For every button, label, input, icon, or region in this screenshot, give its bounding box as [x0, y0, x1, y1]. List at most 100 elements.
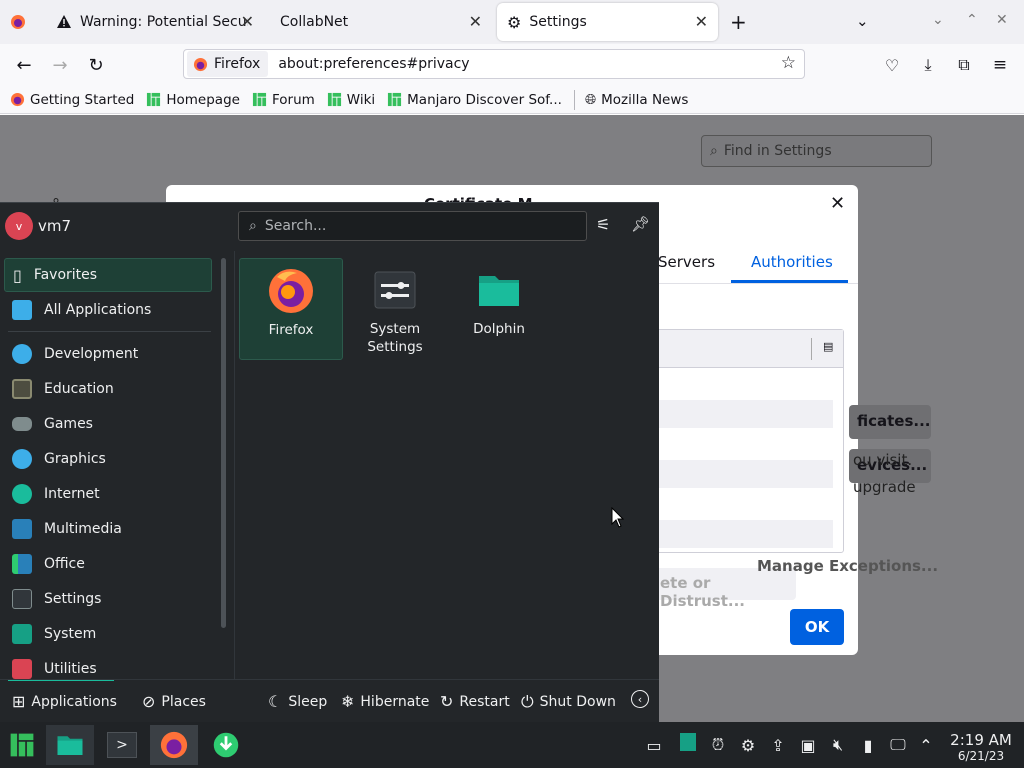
kdeconnect-icon[interactable]: ▣	[798, 735, 818, 755]
footer-label: Hibernate	[360, 693, 430, 710]
bookmark-wiki[interactable]: Wiki	[327, 92, 375, 108]
bookmark-label: Mozilla News	[601, 91, 689, 108]
sleep-icon: ☾	[268, 692, 283, 711]
hibernate-icon: ❄	[341, 692, 355, 711]
sleep-button[interactable]: ☾ Sleep	[268, 692, 327, 711]
bookmark-manjaro-discover[interactable]: Manjaro Discover Sof...	[387, 92, 562, 108]
sidebar-scrollbar[interactable]	[221, 258, 226, 628]
show-desktop-icon[interactable]: ▭	[644, 735, 664, 755]
app-system-settings[interactable]: System Settings	[343, 258, 447, 360]
applications-tab[interactable]: ⊞ Applications	[12, 692, 117, 711]
taskbar-firefox[interactable]	[150, 725, 198, 765]
clock[interactable]: 2:19 AM 6/21/23	[944, 731, 1018, 763]
audio-muted-icon[interactable]: 🔇︎	[828, 735, 848, 755]
app-label: System Settings	[367, 321, 423, 355]
configure-icon[interactable]: ⚟	[596, 215, 610, 234]
firefox-icon	[269, 269, 313, 313]
tree-row[interactable]	[647, 400, 833, 428]
sidebar-item-label: Utilities	[44, 661, 97, 677]
find-in-settings-input[interactable]: ⌕ Find in Settings	[701, 135, 932, 167]
tab-collabnet[interactable]: CollabNet ✕	[270, 0, 492, 44]
bookmark-forum[interactable]: Forum	[252, 92, 315, 108]
search-input[interactable]: ⌕ Search...	[238, 211, 587, 241]
close-tab-icon[interactable]: ✕	[241, 12, 254, 31]
tab-strip: Warning: Potential Security Risk Ahead ✕…	[0, 0, 1024, 44]
tab-servers[interactable]: Servers	[658, 253, 715, 271]
extensions-icon[interactable]: ⧉	[949, 50, 979, 80]
panel-divider	[234, 251, 235, 679]
sidebar-item-education[interactable]: Education	[4, 372, 212, 406]
reload-icon[interactable]: ↻	[81, 50, 111, 80]
certificate-tree[interactable]: ▤	[646, 329, 844, 553]
app-dolphin[interactable]: Dolphin	[447, 258, 551, 360]
close-window-icon[interactable]: ✕	[996, 12, 1008, 28]
close-tab-icon[interactable]: ✕	[469, 12, 482, 31]
chevron-up-icon[interactable]: ⌃	[916, 735, 936, 755]
app-firefox[interactable]: Firefox	[239, 258, 343, 360]
sidebar-item-graphics[interactable]: Graphics	[4, 442, 212, 476]
tab-settings[interactable]: ⚙ Settings ✕	[497, 3, 718, 41]
sidebar-item-internet[interactable]: Internet	[4, 477, 212, 511]
launcher-button[interactable]	[0, 725, 44, 765]
chevron-left-icon[interactable]: ‹	[631, 690, 649, 708]
sidebar-item-favorites[interactable]: ▯ Favorites	[4, 258, 212, 292]
places-tab[interactable]: ⊘ Places	[142, 692, 206, 711]
manjaro-icon	[327, 92, 341, 107]
taskbar-dolphin[interactable]	[46, 725, 94, 765]
sidebar-item-label: Settings	[44, 591, 102, 607]
taskbar-konsole[interactable]: >	[98, 725, 146, 765]
network-icon[interactable]: ⚙	[738, 735, 758, 755]
education-icon	[12, 379, 32, 399]
bookmark-mozilla-news[interactable]: 🌐︎ Mozilla News	[585, 92, 689, 108]
bookmark-getting-started[interactable]: Getting Started	[10, 92, 134, 108]
sidebar-item-games[interactable]: Games	[4, 407, 212, 441]
star-icon[interactable]: ☆	[781, 53, 796, 73]
bookmark-homepage[interactable]: Homepage	[146, 92, 240, 108]
close-icon[interactable]: ✕	[830, 193, 845, 214]
tab-firefox-view[interactable]	[0, 0, 42, 44]
taskbar-installer[interactable]	[202, 725, 250, 765]
clipboard-icon[interactable]	[678, 732, 698, 752]
globe-icon: 🌐︎	[584, 91, 597, 108]
device-icon[interactable]: ▮	[858, 735, 878, 755]
sidebar-item-multimedia[interactable]: Multimedia	[4, 512, 212, 546]
menu-icon[interactable]: ≡	[985, 50, 1015, 80]
maximize-icon[interactable]: ⌃	[966, 12, 978, 28]
tree-row[interactable]	[647, 460, 833, 488]
identity-box[interactable]: Firefox	[187, 51, 269, 77]
tab-authorities[interactable]: Authorities	[751, 253, 833, 271]
tab-warning[interactable]: Warning: Potential Security Risk Ahead ✕	[46, 0, 264, 44]
sidebar-item-development[interactable]: Development	[4, 337, 212, 371]
manage-exceptions-button[interactable]: Manage Exceptions...	[757, 557, 938, 575]
shutdown-button[interactable]: ⏻ Shut Down	[521, 692, 616, 712]
url-bar[interactable]: Firefox about:preferences#privacy ☆	[183, 49, 805, 79]
sidebar-item-system[interactable]: System	[4, 617, 212, 651]
close-tab-icon[interactable]: ✕	[695, 12, 708, 31]
back-icon[interactable]: ←	[9, 50, 39, 80]
sidebar-item-office[interactable]: Office	[4, 547, 212, 581]
firefox-icon	[160, 731, 188, 759]
clock-date: 6/21/23	[957, 749, 1005, 763]
tree-row[interactable]	[647, 520, 833, 548]
ok-button[interactable]: OK	[790, 609, 844, 645]
sidebar-item-settings[interactable]: Settings	[4, 582, 212, 616]
list-tabs-icon[interactable]: ⌄	[856, 12, 869, 30]
avatar[interactable]: v	[5, 212, 33, 240]
view-certificates-button[interactable]: ficates...	[849, 405, 931, 439]
restart-button[interactable]: ↻ Restart	[440, 692, 510, 711]
pin-icon[interactable]: 📌︎	[631, 215, 650, 233]
minimize-icon[interactable]: ⌄	[932, 12, 944, 28]
download-icon[interactable]: ⤓	[913, 50, 943, 80]
updates-icon[interactable]: ⇪	[768, 735, 788, 755]
pocket-icon[interactable]: ♡	[877, 50, 907, 80]
new-tab-icon[interactable]: +	[730, 10, 747, 34]
sidebar-item-label: Internet	[44, 486, 100, 502]
column-picker-icon[interactable]: ▤	[823, 340, 833, 353]
sidebar-item-all-applications[interactable]: All Applications	[4, 293, 212, 327]
hibernate-button[interactable]: ❄ Hibernate	[341, 692, 429, 711]
forward-icon[interactable]: →	[45, 50, 75, 80]
display-icon[interactable]: 🖵︎	[888, 735, 908, 755]
sidebar-item-label: Multimedia	[44, 521, 122, 537]
firefox-icon	[193, 57, 208, 71]
notifications-icon[interactable]: ⏰︎	[708, 735, 728, 755]
